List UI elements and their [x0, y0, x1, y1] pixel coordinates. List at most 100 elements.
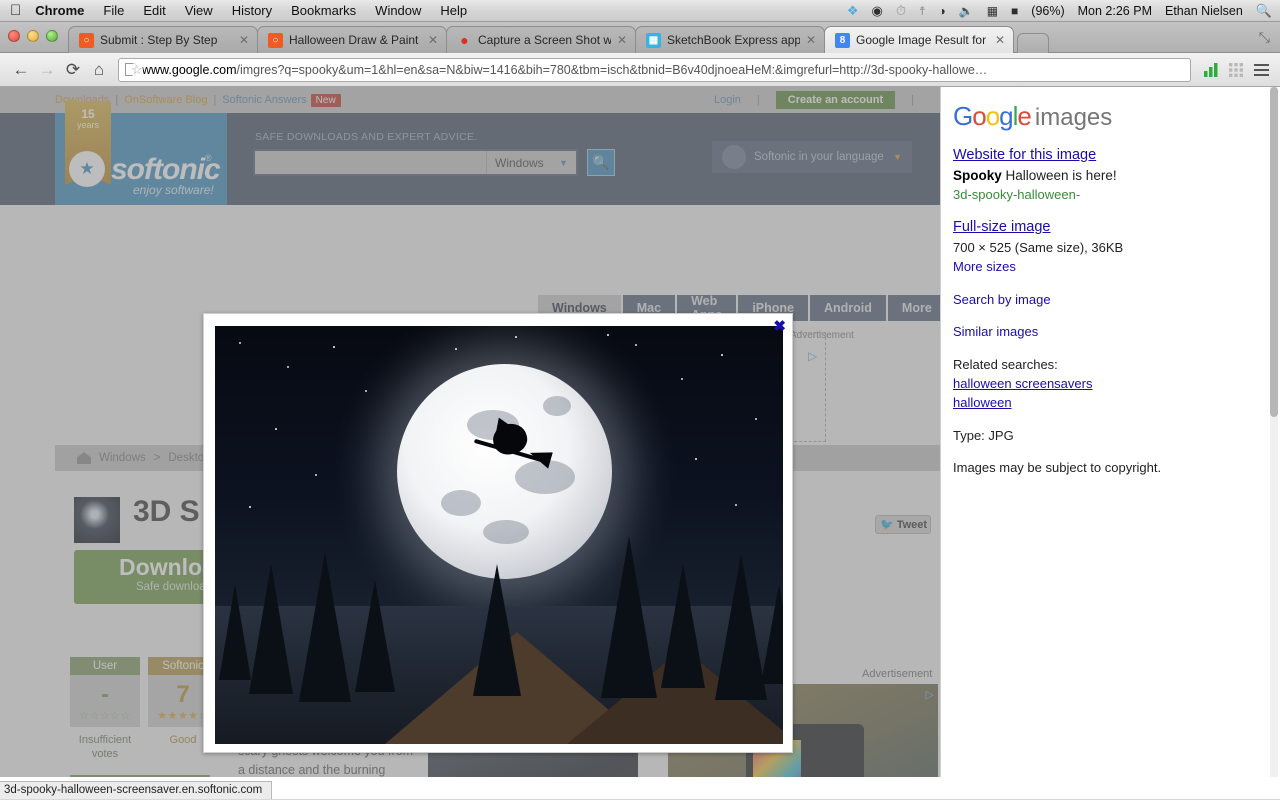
related-search-halloween-screensavers[interactable]: halloween screensavers: [953, 376, 1092, 391]
scrollbar-thumb[interactable]: [1270, 87, 1278, 417]
logo-letter-o2: o: [985, 101, 1001, 131]
flying-witch-silhouette: [467, 413, 553, 470]
menu-item-file[interactable]: File: [103, 3, 124, 18]
star-dot: [275, 428, 277, 430]
similar-images-block: Similar images: [953, 322, 1280, 341]
timemachine-icon[interactable]: ⏱: [896, 3, 906, 19]
menu-item-window[interactable]: Window: [375, 3, 421, 18]
tab-capture-screen-shot[interactable]: ● Capture a Screen Shot with M ✕: [446, 26, 636, 53]
star-dot: [755, 418, 757, 420]
logo-images-word: images: [1034, 104, 1113, 131]
logo-letter-G: G: [953, 101, 973, 131]
tab-google-image-result[interactable]: 8 Google Image Result for http ✕: [824, 26, 1014, 53]
menu-item-help[interactable]: Help: [440, 3, 467, 18]
volume-icon[interactable]: 🔈: [959, 4, 974, 18]
image-lightbox[interactable]: ✖: [203, 313, 793, 753]
status-bar-url: 3d-spooky-halloween-screensaver.en.softo…: [4, 784, 263, 796]
apps-grid-icon[interactable]: [1225, 57, 1247, 83]
website-for-this-image-link[interactable]: Website for this image: [953, 147, 1096, 163]
tab-title: Google Image Result for http: [856, 33, 989, 47]
menu-item-view[interactable]: View: [185, 3, 213, 18]
chrome-menu-icon[interactable]: [1250, 57, 1272, 83]
close-window-button[interactable]: [8, 30, 20, 42]
similar-images-link[interactable]: Similar images: [953, 324, 1038, 339]
calculator-icon[interactable]: ▦: [987, 4, 998, 18]
close-tab-icon[interactable]: ✕: [428, 33, 438, 47]
full-moon: [397, 364, 612, 579]
menubar-username[interactable]: Ethan Nielsen: [1165, 4, 1243, 18]
close-tab-icon[interactable]: ✕: [995, 33, 1005, 47]
chart-extension-icon[interactable]: [1200, 57, 1222, 83]
full-size-image-link[interactable]: Full-size image: [953, 219, 1051, 235]
tab-sketchbook-express[interactable]: ▦ SketchBook Express app for W ✕: [635, 26, 825, 53]
website-for-image-block: Website for this image Spooky Halloween …: [953, 145, 1280, 204]
copyright-notice: Images may be subject to copyright.: [953, 460, 1162, 476]
tab-submit-step-by-step[interactable]: ○ Submit : Step By Step ✕: [68, 26, 258, 53]
pine-tree: [715, 554, 767, 700]
star-dot: [315, 474, 317, 476]
address-bar[interactable]: www.google.com/imgres?q=spooky&um=1&hl=e…: [118, 57, 1191, 82]
menu-item-history[interactable]: History: [232, 3, 272, 18]
address-bar-url: www.google.com/imgres?q=spooky&um=1&hl=e…: [142, 63, 1184, 77]
battery-icon[interactable]: ■: [1011, 4, 1018, 18]
copyright-notice-block: Images may be subject to copyright.: [953, 458, 1280, 477]
pine-tree: [661, 564, 705, 688]
pine-tree: [473, 564, 521, 696]
menubar-clock[interactable]: Mon 2:26 PM: [1078, 4, 1152, 18]
search-by-image-block: Search by image: [953, 290, 1280, 309]
pine-tree: [601, 536, 657, 698]
minimize-window-button[interactable]: [27, 30, 39, 42]
apple-logo-icon[interactable]: : [10, 3, 21, 18]
tab-strip: ○ Submit : Step By Step ✕ ○ Halloween Dr…: [0, 22, 1280, 53]
tab-title: Capture a Screen Shot with M: [478, 33, 611, 47]
forward-button[interactable]: →: [34, 57, 60, 83]
menu-item-bookmarks[interactable]: Bookmarks: [291, 3, 356, 18]
reload-button[interactable]: ⟳: [60, 57, 86, 83]
star-dot: [515, 336, 517, 338]
pine-tree: [219, 584, 251, 680]
fullscreen-icon[interactable]: ⤡: [1259, 29, 1270, 46]
star-dot: [735, 504, 737, 506]
close-tab-icon[interactable]: ✕: [617, 33, 627, 47]
panel-scrollbar[interactable]: [1270, 87, 1278, 777]
more-sizes-link[interactable]: More sizes: [953, 259, 1016, 274]
bookmark-star-icon[interactable]: ☆: [131, 61, 143, 78]
mac-menu-bar:  Chrome File Edit View History Bookmark…: [0, 0, 1280, 22]
menu-item-chrome[interactable]: Chrome: [35, 3, 84, 18]
image-dimensions: 700 × 525 (Same size), 36KB: [953, 239, 1124, 255]
app-icon[interactable]: ◉: [871, 3, 882, 19]
related-searches-label: Related searches:: [953, 356, 1058, 372]
zoom-window-button[interactable]: [46, 30, 58, 42]
related-searches-block: Related searches: halloween screensavers…: [953, 355, 1280, 413]
google-images-info-panel: Google images Website for this image Spoo…: [940, 87, 1280, 777]
image-type: Type: JPG: [953, 427, 1014, 443]
star-dot: [455, 348, 457, 350]
pine-tree: [249, 564, 293, 694]
spooky-halloween-image[interactable]: [215, 326, 783, 744]
spotlight-search-icon[interactable]: 🔍: [1256, 3, 1272, 19]
new-tab-button[interactable]: [1017, 33, 1049, 53]
star-dot: [249, 506, 251, 508]
window-controls: [8, 30, 58, 42]
logo-letter-g: g: [999, 101, 1014, 131]
tab-halloween-draw-paint[interactable]: ○ Halloween Draw & Paint It Co ✕: [257, 26, 447, 53]
back-button[interactable]: ←: [8, 57, 34, 83]
home-button[interactable]: ⌂: [86, 57, 112, 83]
logo-letter-e: e: [1017, 101, 1032, 131]
close-icon[interactable]: ✖: [773, 317, 786, 335]
snippet-rest: Halloween is here!: [1001, 167, 1117, 183]
moon-crater: [441, 490, 481, 516]
bluetooth-icon[interactable]: ☨: [919, 4, 926, 18]
pine-tree: [299, 552, 351, 702]
dropbox-icon[interactable]: ❖: [847, 3, 859, 19]
close-tab-icon[interactable]: ✕: [806, 33, 816, 47]
wifi-icon[interactable]: ◑: [939, 4, 946, 18]
search-by-image-link[interactable]: Search by image: [953, 292, 1051, 307]
moon-crater: [483, 520, 529, 544]
url-path: /imgres?q=spooky&um=1&hl=en&sa=N&biw=141…: [236, 62, 988, 77]
close-tab-icon[interactable]: ✕: [239, 33, 249, 47]
page-viewport: Downloads | OnSoftware Blog | Softonic A…: [0, 87, 1280, 799]
menu-item-edit[interactable]: Edit: [143, 3, 165, 18]
related-search-halloween[interactable]: halloween: [953, 395, 1012, 410]
battery-percent: (96%): [1031, 3, 1065, 18]
